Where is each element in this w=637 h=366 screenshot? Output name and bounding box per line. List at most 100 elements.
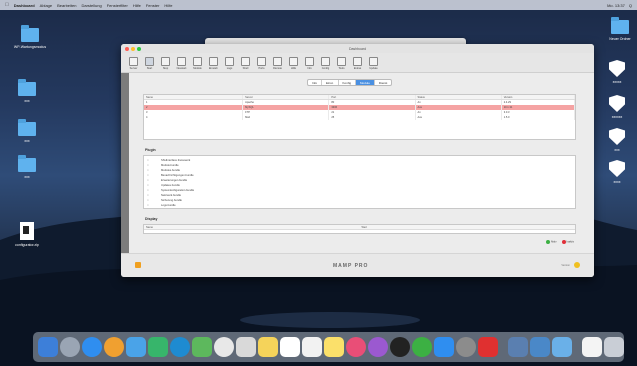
column-header[interactable]: Port xyxy=(329,95,416,99)
mail-icon[interactable] xyxy=(126,337,146,357)
safari-icon[interactable] xyxy=(82,337,102,357)
toolbar-button[interactable]: Neustart xyxy=(175,57,188,70)
toolbar-icon xyxy=(369,57,378,66)
toolbar-icon xyxy=(129,57,138,66)
tv-icon[interactable] xyxy=(390,337,410,357)
facetime-icon[interactable] xyxy=(170,337,190,357)
toolbar-button[interactable]: Start xyxy=(143,57,156,70)
desktop-icon-label: xxx xyxy=(614,148,620,152)
messages-icon[interactable] xyxy=(148,337,168,357)
toolbar-button[interactable]: Config xyxy=(319,57,332,70)
tab[interactable]: Dienst xyxy=(375,80,392,85)
column-header[interactable]: Wert xyxy=(360,226,576,229)
desktop-icon-label: xxx xyxy=(24,175,30,179)
app-store-icon[interactable] xyxy=(434,337,454,357)
lock-icon[interactable] xyxy=(135,262,141,268)
trash-icon[interactable] xyxy=(604,337,624,357)
window-title: Dashboard xyxy=(348,46,367,51)
podcasts-icon[interactable] xyxy=(368,337,388,357)
menu-item[interactable]: Fensterfilter xyxy=(107,3,128,8)
column-header[interactable]: Name xyxy=(144,226,360,229)
tab[interactable]: Konfig xyxy=(339,80,357,85)
tab[interactable]: Einst. xyxy=(322,80,339,85)
toolbar-button[interactable]: Logs xyxy=(223,57,236,70)
chrome-icon[interactable] xyxy=(104,337,124,357)
display-label: Display xyxy=(145,217,158,221)
stickies-icon[interactable] xyxy=(324,337,344,357)
desktop-document[interactable]: configurator.zip xyxy=(7,222,47,247)
tab-active[interactable]: Module xyxy=(356,80,375,85)
toolbar-button[interactable]: Stop xyxy=(159,57,172,70)
desktop-folder[interactable]: WP-Wartungsmodus xyxy=(10,25,50,49)
apple-icon[interactable]:  xyxy=(5,2,9,8)
clock[interactable]: Mo. 13:37 xyxy=(607,3,625,8)
menu-item[interactable]: Hilfe xyxy=(133,3,141,8)
folder-icon[interactable] xyxy=(508,337,528,357)
toolbar-button[interactable]: Ports xyxy=(255,57,268,70)
music-icon[interactable] xyxy=(346,337,366,357)
folder-icon xyxy=(18,155,36,172)
list-item[interactable]: □ Logs.bundle xyxy=(147,203,572,208)
toolbar-icon xyxy=(209,57,218,66)
toolbar-button[interactable]: Shell xyxy=(239,57,252,70)
column-header[interactable]: Status xyxy=(416,95,502,99)
document-icon[interactable] xyxy=(582,337,602,357)
numbers-icon[interactable] xyxy=(412,337,432,357)
desktop-app[interactable]: xxxxxx xyxy=(597,95,637,119)
toolbar-button[interactable]: Extras xyxy=(351,57,364,70)
system-preferences-icon[interactable] xyxy=(456,337,476,357)
finder-icon[interactable] xyxy=(38,337,58,357)
toolbar-icon xyxy=(241,57,250,66)
help-icon[interactable] xyxy=(574,262,580,268)
toolbar-icon xyxy=(353,57,362,66)
desktop-icon-label: WP-Wartungsmodus xyxy=(13,45,47,49)
title-bar[interactable]: Dashboard xyxy=(121,44,594,53)
desktop-icon-label: xxxxx xyxy=(612,80,622,84)
toolbar-button[interactable]: Hilfe xyxy=(287,57,300,70)
desktop-icon-label: Neuer Ordner xyxy=(609,37,631,41)
menu-item[interactable]: Darstellung xyxy=(81,3,101,8)
contacts-icon[interactable] xyxy=(236,337,256,357)
tab[interactable]: Info xyxy=(308,80,323,85)
brand-logo: MAMP PRO xyxy=(333,263,369,269)
menu-app-name[interactable]: Dashboard xyxy=(14,3,35,8)
notes-icon[interactable] xyxy=(258,337,278,357)
menu-item[interactable]: Bearbeiten xyxy=(57,3,76,8)
photos-icon[interactable] xyxy=(214,337,234,357)
table-row[interactable]: 4 Mail 25 Aus 1.5.0 xyxy=(144,115,575,120)
sidebar-strip[interactable] xyxy=(121,73,129,277)
toolbar-button[interactable]: Module xyxy=(191,57,204,70)
shield-icon xyxy=(609,60,625,77)
desktop-icon-label: xxxx xyxy=(613,180,621,184)
launchpad-icon[interactable] xyxy=(60,337,80,357)
desktop-app[interactable]: xxxx xyxy=(597,160,637,184)
spotlight-icon[interactable]: Q xyxy=(629,3,632,8)
calendar-icon[interactable] xyxy=(280,337,300,357)
menu-bar:  Dashboard Ablage Bearbeiten Darstellun… xyxy=(0,0,637,10)
toolbar-button[interactable]: Dienste xyxy=(271,57,284,70)
column-header[interactable]: Server xyxy=(243,95,330,99)
menu-item[interactable]: Fenster xyxy=(146,3,160,8)
desktop-app[interactable]: xxxxx xyxy=(597,60,637,84)
maps-icon[interactable] xyxy=(192,337,212,357)
toolbar-button[interactable]: Info xyxy=(303,57,316,70)
desktop-folder[interactable]: xxx xyxy=(7,119,47,143)
toolbar-button[interactable]: Update xyxy=(367,57,380,70)
app-icon[interactable] xyxy=(478,337,498,357)
downloads-icon[interactable] xyxy=(530,337,550,357)
menu-item[interactable]: Ablage xyxy=(40,3,52,8)
desktop-folder[interactable]: Neuer Ordner xyxy=(600,17,637,41)
reminders-icon[interactable] xyxy=(302,337,322,357)
column-header[interactable]: Name xyxy=(144,95,244,99)
folder-icon xyxy=(18,79,36,96)
toolbar-button[interactable]: Tools xyxy=(335,57,348,70)
toolbar-button[interactable]: Einstell. xyxy=(207,57,220,70)
desktop-folder[interactable]: xxx xyxy=(7,79,47,103)
menu-item[interactable]: Hilfe xyxy=(164,3,172,8)
shield-icon xyxy=(609,160,625,177)
desktop-app[interactable]: xxx xyxy=(597,128,637,152)
toolbar-button[interactable]: Server xyxy=(127,57,140,70)
application-icon[interactable] xyxy=(552,337,572,357)
column-header[interactable]: Version xyxy=(502,95,575,99)
desktop-folder[interactable]: xxx xyxy=(7,155,47,179)
